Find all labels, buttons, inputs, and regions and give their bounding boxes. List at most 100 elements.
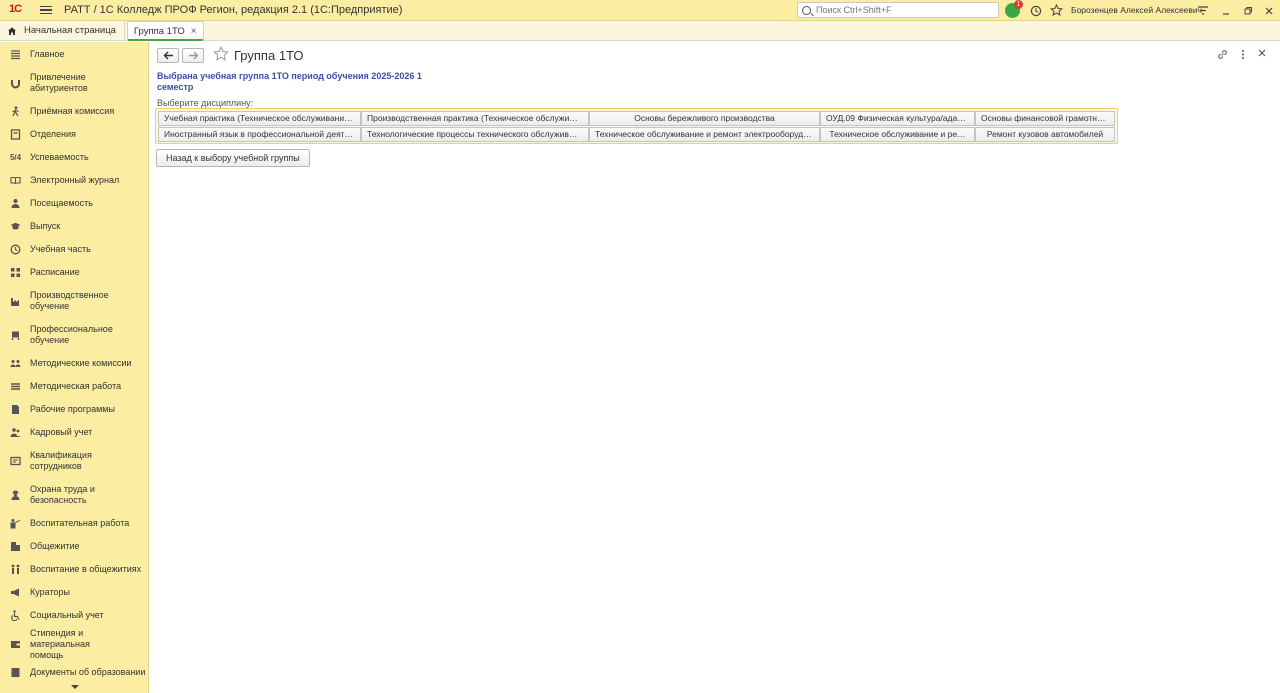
sidebar-item-dormitory[interactable]: Общежитие [0,535,148,558]
search-icon [802,5,811,15]
certificate-icon [10,456,21,467]
discipline-button[interactable]: Техническое обслуживание и ремонт электр… [589,127,820,142]
close-form-icon[interactable] [1258,49,1266,63]
sidebar-item-educational-work[interactable]: Воспитательная работа [0,512,148,535]
document-icon [10,129,21,140]
tab-group[interactable]: Группа 1ТО × [126,21,204,41]
discipline-button[interactable]: ОУД.09 Физическая культура/ада… [820,111,975,126]
app-title: РАТТ / 1С Колледж ПРОФ Регион, редакция … [64,4,403,16]
favorites-star-icon[interactable] [1049,3,1064,18]
title-bar: 1С РАТТ / 1С Колледж ПРОФ Регион, редакц… [0,0,1280,21]
wheelchair-icon [10,610,21,621]
machine-icon [10,330,21,341]
sidebar-scroll-down[interactable] [0,681,148,693]
tab-home[interactable]: Начальная страница [0,21,125,40]
couple-icon [10,564,21,575]
arrow-right-icon [188,51,198,60]
clock-icon [10,244,21,255]
sidebar-item-graduation[interactable]: Выпуск [0,215,148,238]
link-icon[interactable] [1217,49,1228,63]
sidebar-item-labor-safety[interactable]: Охрана труда и безопасность [0,478,148,512]
discipline-button[interactable]: Ремонт кузовов автомобилей [975,127,1115,142]
add-favorite-star-icon[interactable] [213,46,229,66]
sidebar-item-ejournal[interactable]: Электронный журнал [0,169,148,192]
diploma-icon [10,667,21,678]
chevron-down-icon [70,685,79,689]
discipline-button[interactable]: Иностранный язык в профессиональной деят… [158,127,361,142]
global-search[interactable] [797,2,999,18]
menu-icon [10,49,21,60]
sidebar-item-professional-training[interactable]: Профессиональное обучение [0,318,148,352]
worker-icon [10,490,21,501]
sidebar-item-schedule[interactable]: Расписание [0,261,148,284]
discipline-button[interactable]: Техническое обслуживание и ре… [820,127,975,142]
building-icon [10,541,21,552]
sidebar-item-work-programs[interactable]: Рабочие программы [0,398,148,421]
sidebar-item-hr[interactable]: Кадровый учет [0,421,148,444]
schedule-icon [10,267,21,278]
sidebar-item-main[interactable]: Главное [0,43,148,66]
page-title: Группа 1ТО [234,48,304,63]
teacher-icon [10,518,21,529]
discipline-row: Учебная практика (Техническое обслуживан… [158,111,1115,126]
forward-nav-button[interactable] [182,48,204,63]
factory-icon [10,296,21,307]
sidebar-item-dormitory-education[interactable]: Воспитание в общежитиях [0,558,148,581]
people-icon [10,427,21,438]
form-actions [1217,49,1266,63]
sidebar-item-admission[interactable]: Приёмная комиссия [0,100,148,123]
sidebar: Главное Привлечение абитуриентов Приёмна… [0,42,149,693]
notification-badge: 1 [1014,0,1023,9]
sidebar-item-methodical-commissions[interactable]: Методические комиссии [0,352,148,375]
person-icon [10,198,21,209]
user-name[interactable]: Борозенцев Алексей Алексеевич [1071,5,1202,15]
file-icon [10,404,21,415]
sidebar-item-qualification[interactable]: Квалификация сотрудников [0,444,148,478]
restore-icon[interactable] [1240,3,1255,18]
tab-home-label: Начальная страница [24,25,116,36]
more-options-icon[interactable] [1241,49,1245,63]
book-icon [10,175,21,186]
discipline-button[interactable]: Производственная практика (Техническое о… [361,111,589,126]
discipline-button[interactable]: Технологические процессы технического об… [361,127,589,142]
discipline-row: Иностранный язык в профессиональной деят… [158,127,1115,142]
sidebar-item-academic[interactable]: Учебная часть [0,238,148,261]
sidebar-item-social[interactable]: Социальный учет [0,604,148,627]
close-window-icon[interactable] [1261,3,1276,18]
search-input[interactable] [816,5,986,15]
graduation-cap-icon [10,221,21,232]
notifications-icon[interactable]: 1 [1005,0,1023,18]
magnet-icon [10,78,21,89]
sidebar-item-industrial-training[interactable]: Производственное обучение [0,284,148,318]
back-to-group-selection-button[interactable]: Назад к выбору учебной группы [156,149,310,167]
sidebar-item-departments[interactable]: Отделения [0,123,148,146]
wallet-icon [10,639,21,650]
selected-group-heading: Выбрана учебная группа 1ТО период обучен… [157,71,422,92]
discipline-button[interactable]: Учебная практика (Техническое обслуживан… [158,111,361,126]
walking-person-icon [10,106,21,117]
stack-icon [10,381,21,392]
close-tab-icon[interactable]: × [191,26,197,37]
sidebar-item-performance[interactable]: 5/4 Успеваемость [0,146,148,169]
main-menu-icon[interactable] [40,5,52,15]
discipline-button[interactable]: Основы бережливого производства [589,111,820,126]
home-icon [8,26,16,35]
settings-lines-icon[interactable] [1195,3,1210,18]
sidebar-item-curators[interactable]: Кураторы [0,581,148,604]
tab-group-label: Группа 1ТО [133,25,185,37]
sidebar-item-methodical-work[interactable]: Методическая работа [0,375,148,398]
discipline-grid: Учебная практика (Техническое обслуживан… [155,108,1118,144]
group-icon [10,358,21,369]
grades-icon: 5/4 [9,153,22,162]
history-icon[interactable] [1028,3,1043,18]
arrow-left-icon [163,51,173,60]
main-content: Группа 1ТО Выбрана учебная группа 1ТО пе… [150,42,1280,693]
megaphone-icon [10,587,21,598]
sidebar-item-attendance[interactable]: Посещаемость [0,192,148,215]
discipline-button[interactable]: Основы финансовой грамотно… [975,111,1115,126]
sidebar-item-scholarship[interactable]: Стипендия и материальная помощь [0,627,148,661]
back-nav-button[interactable] [157,48,179,63]
minimize-icon[interactable] [1218,3,1233,18]
1c-logo-icon[interactable]: 1С [9,3,31,17]
sidebar-item-recruitment[interactable]: Привлечение абитуриентов [0,66,148,100]
